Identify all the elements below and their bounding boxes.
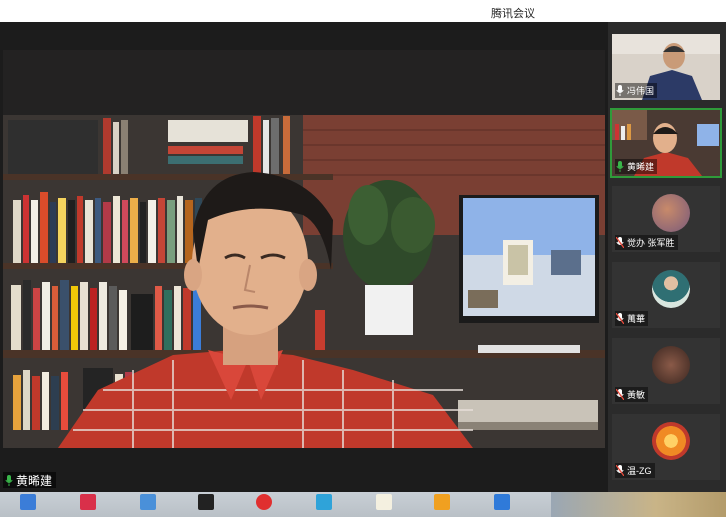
mic-muted-icon [616,465,624,476]
participant-tile[interactable]: 温-ZG [612,414,720,480]
mic-muted-icon [616,237,624,248]
participant-name: 觉办 张军胜 [627,238,675,248]
participant-tile[interactable]: 觉办 张军胜 [612,186,720,252]
participant-name: 温-ZG [627,466,652,476]
participant-name: 黃敏 [627,390,646,400]
participant-tile[interactable]: 冯伟国 [612,34,720,100]
participant-label: 黃敏 [615,387,649,402]
taskbar [0,492,726,517]
main-speaker-label: 黄晞建 [3,472,57,488]
participant-label: 觉办 张军胜 [615,235,678,250]
app-icon[interactable] [198,494,214,510]
participant-label: 冯伟国 [615,83,658,98]
main-speaker-video[interactable] [3,50,605,448]
avatar [652,422,690,460]
app-icon[interactable] [20,494,36,510]
avatar [652,270,690,308]
participant-sidebar: 冯伟国 黄晞建 觉办 张军胜 萬華 黃敏 温-ZG [608,22,726,492]
app-icon[interactable] [376,494,392,510]
participant-tile[interactable]: 黃敏 [612,338,720,404]
main-speaker-name: 黄晞建 [16,473,53,488]
desktop-wallpaper [551,492,726,517]
mic-on-icon [616,85,624,96]
mic-on-green-icon [5,474,13,486]
avatar [652,346,690,384]
app-title: 腾讯会议 [491,8,535,20]
participant-label: 温-ZG [615,463,655,478]
app-icon[interactable] [494,494,510,510]
meeting-stage: 黄晞建 冯伟国 黄晞建 觉办 张军胜 萬華 黃敏 温-ZG [0,22,726,492]
mic-muted-icon [616,389,624,400]
mic-muted-icon [616,313,624,324]
participant-label: 萬華 [615,311,649,326]
participant-name: 黄晞建 [627,162,655,172]
app-icon[interactable] [80,494,96,510]
participant-tile[interactable]: 萬華 [612,262,720,328]
participant-tile-active[interactable]: 黄晞建 [610,108,722,178]
title-bar: 腾讯会议 [0,0,726,22]
speaker-video-frame [3,50,605,448]
app-icon[interactable] [316,494,332,510]
participant-label: 黄晞建 [615,159,658,174]
participant-name: 冯伟国 [627,86,655,96]
app-icon[interactable] [434,494,450,510]
app-icon[interactable] [140,494,156,510]
mic-on-green-icon [616,161,624,172]
app-icon[interactable] [256,494,272,510]
avatar [652,194,690,232]
participant-name: 萬華 [627,314,646,324]
